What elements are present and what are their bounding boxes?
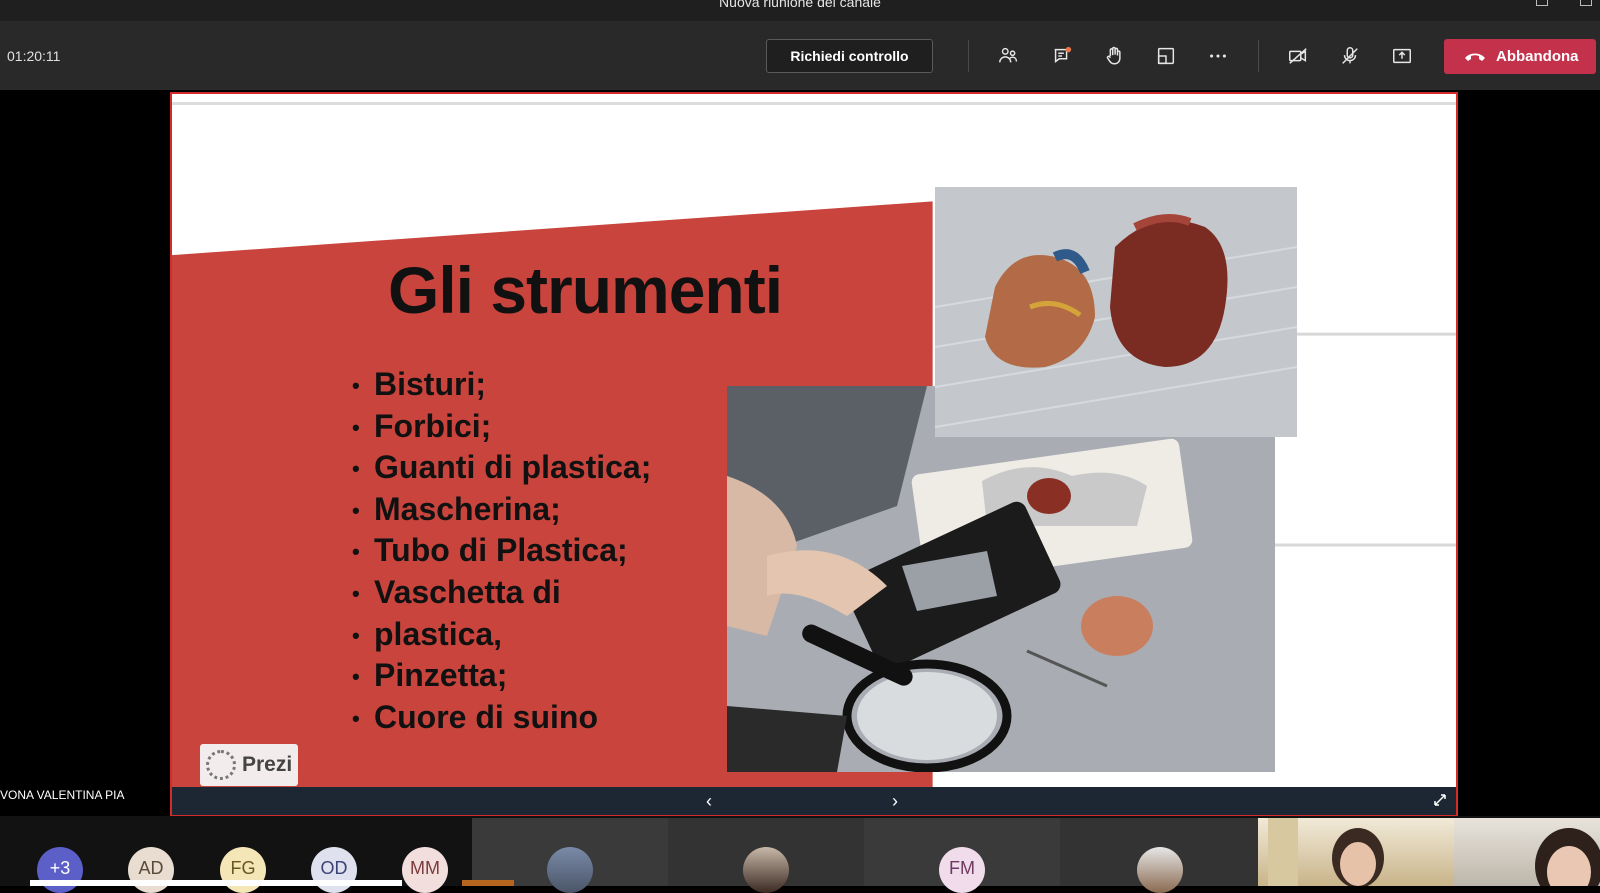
participant-avatar[interactable]: FG [220, 847, 266, 893]
request-control-button[interactable]: Richiedi controllo [766, 39, 933, 73]
bullet-list: Bisturi; Forbici; Guanti di plastica; Ma… [352, 364, 651, 739]
list-item: Pinzetta; [352, 655, 651, 697]
leave-label: Abbandona [1496, 48, 1579, 65]
participant-photo-avatar [743, 847, 789, 893]
progress-indicator [30, 880, 402, 886]
participants-icon[interactable] [992, 40, 1024, 72]
list-item-continuation: plastica, [352, 614, 651, 656]
participant-avatar[interactable]: AD [128, 847, 174, 893]
minimize-icon[interactable] [1536, 0, 1548, 6]
participant-photo-avatar [1137, 847, 1183, 893]
raise-hand-icon[interactable] [1098, 40, 1130, 72]
participant-avatar[interactable]: MM [402, 847, 448, 893]
prezi-logo-icon [206, 750, 236, 780]
leave-button[interactable]: Abbandona [1444, 39, 1596, 74]
participant-photo-avatar [547, 847, 593, 893]
participant-video[interactable] [1258, 818, 1454, 886]
meeting-timer: 01:20:11 [7, 48, 61, 64]
fullscreen-icon[interactable] [1432, 792, 1448, 808]
slide-title: Gli strumenti [388, 253, 783, 327]
heart-models-photo [935, 187, 1297, 437]
chat-icon[interactable] [1046, 40, 1078, 72]
lab-photo [727, 386, 1275, 772]
toolbar-divider [1258, 40, 1259, 72]
toolbar-divider [968, 40, 969, 72]
list-item: Vaschetta di [352, 572, 651, 614]
list-item: Mascherina; [352, 489, 651, 531]
participant-avatar[interactable]: OD [311, 847, 357, 893]
meeting-toolbar: 01:20:11 Richiedi controllo Abbandona [0, 22, 1600, 90]
participant-video[interactable] [1454, 818, 1600, 886]
window-title-bar: Nuova riunione del canale [0, 0, 1600, 22]
list-item: Tubo di Plastica; [352, 530, 651, 572]
next-slide-button[interactable]: › [883, 789, 907, 813]
shared-screen: Gli strumenti Bisturi; Forbici; Guanti d… [170, 92, 1458, 817]
participant-avatar[interactable]: FM [939, 847, 985, 893]
maximize-icon[interactable] [1580, 0, 1592, 6]
share-screen-icon[interactable] [1386, 40, 1418, 72]
breakout-rooms-icon[interactable] [1150, 40, 1182, 72]
prezi-label: Prezi [242, 753, 293, 776]
microphone-off-icon[interactable] [1334, 40, 1366, 72]
speaking-indicator [462, 880, 514, 886]
window-title: Nuova riunione del canale [719, 0, 881, 10]
prezi-logo: Prezi [200, 744, 298, 786]
list-item: Cuore di suino [352, 697, 651, 739]
list-item: Bisturi; [352, 364, 651, 406]
presenter-name: VONA VALENTINA PIA [0, 788, 125, 802]
camera-off-icon[interactable] [1282, 40, 1314, 72]
more-options-icon[interactable] [1202, 40, 1234, 72]
list-item: Guanti di plastica; [352, 447, 651, 489]
overflow-participants-badge[interactable]: +3 [37, 847, 83, 893]
list-item: Forbici; [352, 406, 651, 448]
presentation-nav-bar: ‹ › [172, 787, 1456, 815]
previous-slide-button[interactable]: ‹ [697, 789, 721, 813]
phone-hangup-icon [1465, 53, 1485, 61]
